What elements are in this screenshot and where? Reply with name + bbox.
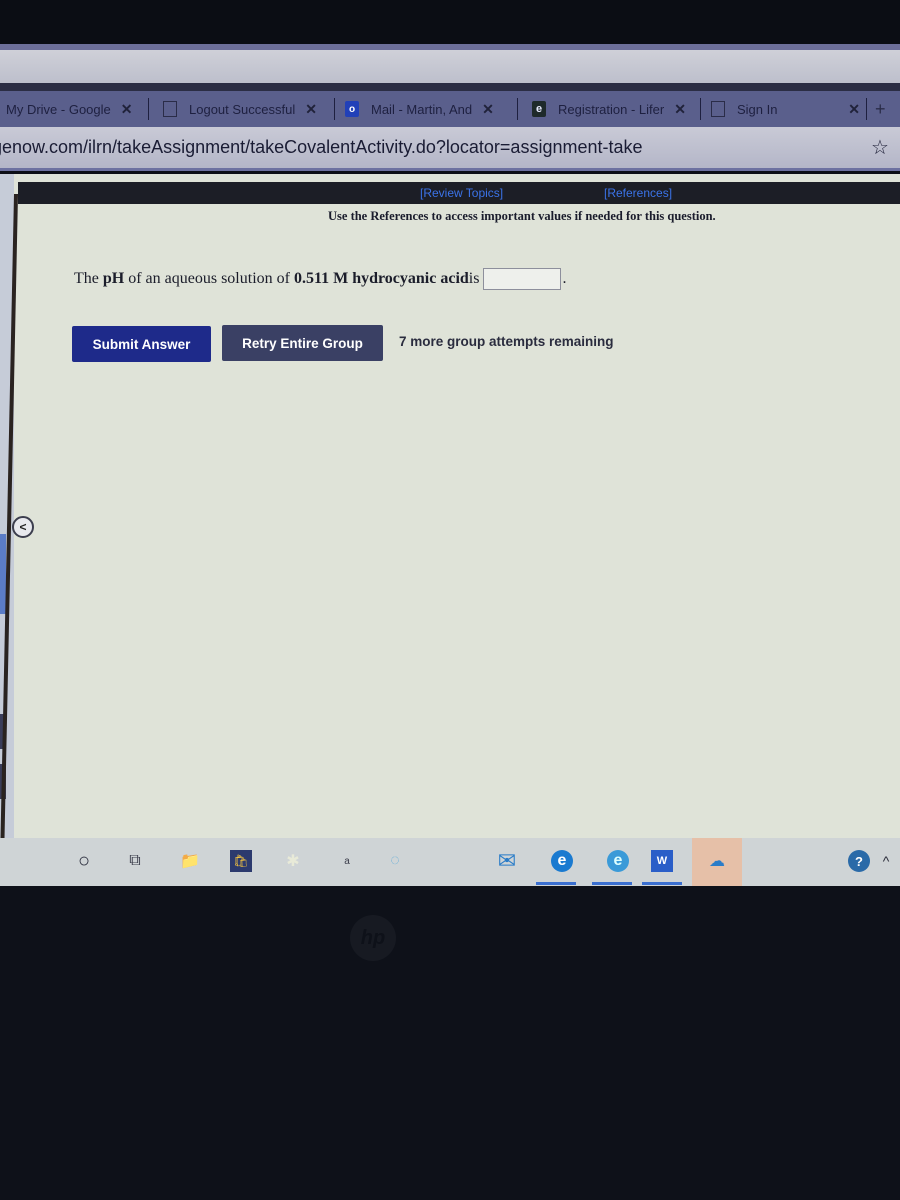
edge-beta-icon[interactable]: e bbox=[607, 850, 629, 872]
instructions-text: Use the References to access important v… bbox=[328, 209, 716, 223]
screen-bezel-bottom bbox=[0, 886, 900, 1200]
app-running-indicator bbox=[642, 882, 682, 885]
new-tab-button[interactable]: + bbox=[867, 91, 892, 127]
close-icon[interactable]: ✕ bbox=[482, 101, 494, 118]
question-prefix: The bbox=[74, 270, 103, 287]
submit-answer-button[interactable]: Submit Answer bbox=[72, 326, 211, 362]
app-running-indicator bbox=[592, 882, 632, 885]
tab-label: My Drive - Google bbox=[6, 101, 111, 117]
question-middle: of an aqueous solution of bbox=[124, 270, 294, 287]
reference-bar: [Review Topics] [References] bbox=[18, 182, 900, 204]
microsoft-store-icon[interactable]: 🛍 bbox=[230, 850, 252, 872]
collapse-panel-button[interactable]: < bbox=[12, 516, 34, 538]
edge-icon[interactable]: e bbox=[551, 850, 573, 872]
retry-entire-group-button[interactable]: Retry Entire Group bbox=[222, 325, 383, 361]
windows-taskbar: ○ ⧉ 📁 🛍 ✱ a ◌ ✉ e e W ☁ ? ^ bbox=[0, 838, 900, 886]
ph-term: pH bbox=[102, 270, 125, 287]
window-title-bar bbox=[0, 50, 900, 83]
document-icon bbox=[163, 101, 177, 117]
bookmark-star-icon[interactable]: ☆ bbox=[860, 135, 900, 160]
close-icon[interactable]: ✕ bbox=[305, 101, 317, 118]
e-icon: e bbox=[532, 101, 546, 117]
close-icon[interactable]: ✕ bbox=[674, 101, 686, 118]
task-view-icon[interactable]: ⧉ bbox=[124, 850, 146, 872]
tab-label: Mail - Martin, And bbox=[371, 101, 473, 117]
question-suffix: is bbox=[468, 270, 480, 287]
show-hidden-icons-chevron-icon[interactable]: ^ bbox=[875, 850, 897, 872]
faded-app-icon[interactable]: ✱ bbox=[282, 850, 304, 872]
close-icon[interactable]: ✕ bbox=[848, 101, 860, 118]
concentration-term: 0.511 M hydrocyanic acid bbox=[293, 270, 469, 287]
tab-label: Logout Successful bbox=[189, 101, 296, 117]
question-end: . bbox=[562, 270, 567, 287]
help-alert-icon[interactable]: ? bbox=[848, 850, 870, 872]
faded-app-2-icon[interactable]: ◌ bbox=[384, 850, 406, 872]
onedrive-icon[interactable]: ☁ bbox=[706, 850, 728, 872]
answer-input[interactable] bbox=[483, 268, 562, 290]
outlook-icon: o bbox=[345, 101, 359, 117]
screen-bezel-top bbox=[0, 0, 900, 44]
review-topics-link[interactable]: [Review Topics] bbox=[420, 186, 503, 200]
file-explorer-icon[interactable]: 📁 bbox=[179, 850, 201, 872]
title-bar-divider bbox=[0, 83, 900, 91]
tab-mail[interactable]: o Mail - Martin, And ✕ bbox=[335, 91, 517, 127]
url-text[interactable]: genow.com/ilrn/takeAssignment/takeCovale… bbox=[0, 137, 860, 158]
app-running-indicator bbox=[536, 882, 576, 885]
assignment-page: < [Review Topics] [References] Use the R… bbox=[0, 174, 900, 874]
tab-label: Registration - Lifer bbox=[558, 101, 665, 117]
hp-logo: hp bbox=[350, 915, 396, 961]
tab-my-drive[interactable]: My Drive - Google ✕ bbox=[0, 91, 148, 127]
mail-icon[interactable]: ✉ bbox=[496, 848, 518, 873]
document-icon bbox=[711, 101, 725, 117]
tab-logout-successful[interactable]: Logout Successful ✕ bbox=[149, 91, 334, 127]
browser-tab-bar: My Drive - Google ✕ Logout Successful ✕ … bbox=[0, 91, 900, 127]
attempts-remaining-text: 7 more group attempts remaining bbox=[399, 334, 614, 349]
tab-label: Sign In bbox=[737, 101, 778, 117]
tab-registration[interactable]: e Registration - Lifer ✕ bbox=[518, 91, 700, 127]
close-icon[interactable]: ✕ bbox=[121, 101, 133, 118]
search-icon[interactable]: ○ bbox=[73, 850, 95, 872]
word-icon[interactable]: W bbox=[651, 850, 673, 872]
tab-sign-in[interactable]: Sign In ✕ bbox=[701, 91, 866, 127]
plus-icon: + bbox=[875, 98, 886, 119]
question: The pH of an aqueous solution of 0.511 M… bbox=[74, 268, 566, 290]
references-link[interactable]: [References] bbox=[604, 186, 672, 200]
small-app-icon[interactable]: a bbox=[336, 850, 358, 872]
address-bar[interactable]: genow.com/ilrn/takeAssignment/takeCovale… bbox=[0, 127, 900, 171]
